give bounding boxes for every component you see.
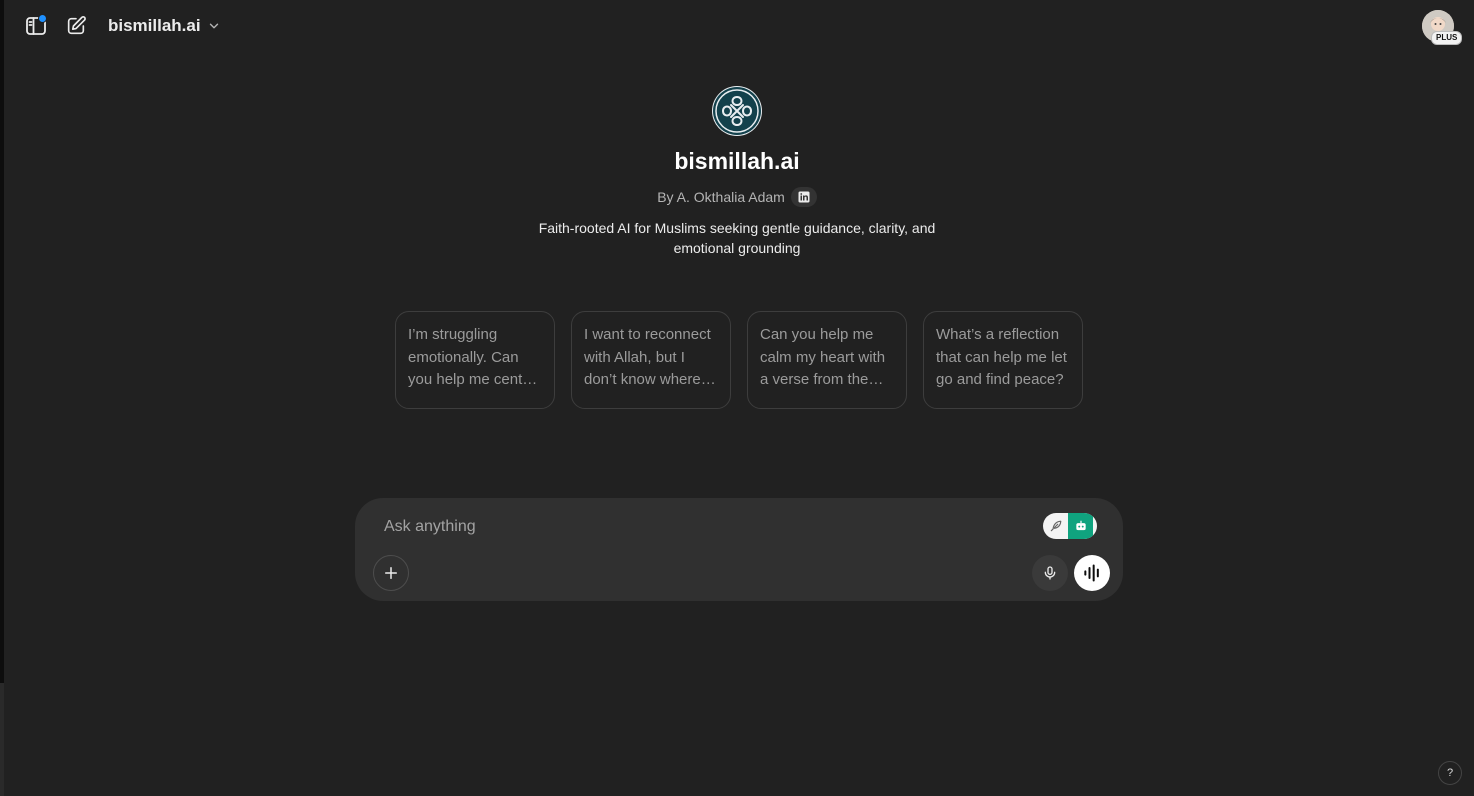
extension-toggle[interactable] bbox=[1043, 513, 1097, 539]
linkedin-icon bbox=[798, 191, 810, 203]
plan-badge: PLUS bbox=[1431, 31, 1463, 45]
prompt-input[interactable] bbox=[382, 514, 1006, 540]
gpt-name: bismillah.ai bbox=[674, 148, 800, 174]
starter-card[interactable]: What’s a reflection that can help me let… bbox=[923, 311, 1083, 409]
waveform-icon bbox=[1084, 564, 1099, 582]
notification-dot bbox=[38, 14, 47, 23]
starter-card[interactable]: I’m struggling emotionally. Can you help… bbox=[395, 311, 555, 409]
gpt-switcher-title: bismillah.ai bbox=[108, 16, 201, 35]
gpt-author: By A. Okthalia Adam bbox=[657, 189, 785, 205]
starter-text: What’s a reflection that can help me let… bbox=[936, 326, 1067, 388]
sidebar-toggle-button[interactable] bbox=[18, 8, 54, 44]
composer bbox=[355, 498, 1123, 601]
plus-icon bbox=[385, 567, 397, 579]
robot-icon bbox=[1075, 520, 1086, 531]
gpt-description: Faith-rooted AI for Muslims seeking gent… bbox=[538, 220, 936, 256]
attach-button[interactable] bbox=[373, 555, 409, 591]
starter-text: I’m struggling emotionally. Can you help… bbox=[408, 326, 536, 388]
window-left-edge-shade bbox=[0, 683, 4, 796]
gpt-hero: bismillah.ai By A. Okthalia Adam Faith-r… bbox=[0, 86, 1474, 258]
voice-mode-button[interactable] bbox=[1074, 555, 1110, 591]
starter-card[interactable]: Can you help me calm my heart with a ver… bbox=[747, 311, 907, 409]
help-button[interactable]: ? bbox=[1438, 761, 1462, 785]
linkedin-link[interactable] bbox=[790, 187, 817, 207]
feather-icon bbox=[1050, 520, 1061, 532]
gpt-logo bbox=[712, 86, 762, 136]
starter-text: Can you help me calm my heart with a ver… bbox=[760, 326, 886, 388]
starter-card[interactable]: I want to reconnect with Allah, but I do… bbox=[571, 311, 731, 409]
toggle-left-segment bbox=[1043, 513, 1068, 539]
microphone-icon bbox=[1044, 566, 1056, 580]
toggle-right-segment bbox=[1068, 513, 1093, 539]
starter-text: I want to reconnect with Allah, but I do… bbox=[584, 326, 718, 388]
gpt-switcher[interactable]: bismillah.ai bbox=[100, 9, 229, 43]
compose-icon bbox=[67, 16, 86, 35]
knot-logo-icon bbox=[713, 87, 761, 135]
gpt-author-row: By A. Okthalia Adam bbox=[0, 187, 1474, 207]
conversation-starters: I’m struggling emotionally. Can you help… bbox=[395, 311, 1083, 409]
chevron-down-icon bbox=[209, 23, 218, 29]
user-avatar[interactable]: PLUS bbox=[1422, 10, 1463, 45]
new-chat-button[interactable] bbox=[58, 8, 94, 44]
dictate-button[interactable] bbox=[1032, 555, 1068, 591]
